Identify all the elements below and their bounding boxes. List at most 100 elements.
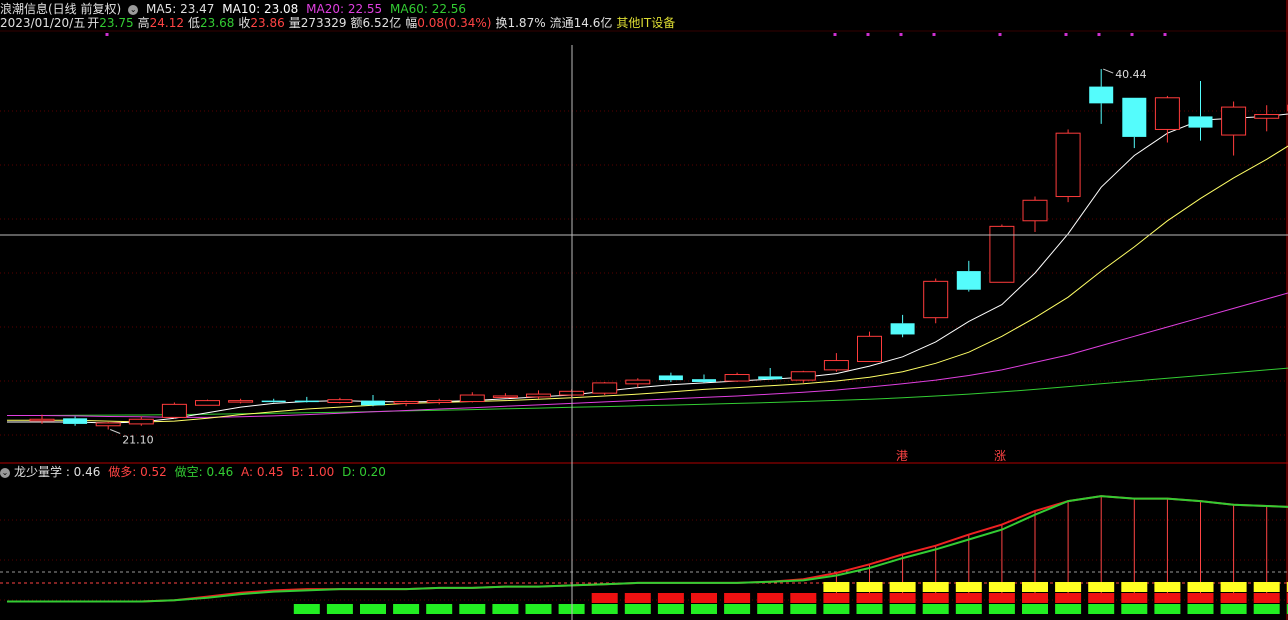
indicator-bar-yellow: [922, 582, 949, 592]
candle-body[interactable]: [724, 374, 750, 382]
indicator-bar-red: [889, 593, 916, 603]
indicator-bar-red: [757, 593, 784, 603]
indicator-bar-green: [955, 604, 982, 614]
indicator-bar-green: [691, 604, 717, 614]
indicator-bar-red: [1055, 593, 1082, 603]
candle-body[interactable]: [1089, 86, 1114, 104]
candle-body[interactable]: [95, 422, 121, 427]
indicator-bar-green: [922, 604, 949, 614]
candle-body[interactable]: [492, 395, 518, 398]
settings-icon[interactable]: ⌄: [128, 4, 139, 15]
event-marker: [1064, 33, 1068, 36]
candle-body[interactable]: [592, 382, 618, 394]
indicator-b: B: 1.00: [291, 465, 335, 479]
event-label-gang: 港: [896, 449, 908, 463]
close-value: 23.86: [250, 16, 285, 30]
min-price-label: 21.10: [122, 434, 154, 447]
indicator-bar-red: [988, 593, 1015, 603]
candle-body[interactable]: [228, 400, 254, 403]
indicator-bar-green: [1187, 604, 1214, 614]
indicator-bar-yellow: [1022, 582, 1048, 592]
candle-body[interactable]: [1022, 199, 1048, 222]
candle-body[interactable]: [294, 400, 319, 403]
low-value: 23.68: [199, 16, 235, 30]
candle-body[interactable]: [459, 394, 485, 403]
event-marker: [105, 33, 109, 36]
ma20-label: MA20: 22.55: [306, 2, 383, 16]
float-cap-value: 流通14.6亿: [549, 16, 613, 30]
candle-body[interactable]: [857, 335, 882, 362]
indicator-bar-yellow: [955, 582, 982, 592]
sector-label[interactable]: 其他IT设备: [616, 16, 675, 30]
candle-body[interactable]: [1055, 132, 1081, 198]
candle-body[interactable]: [128, 418, 154, 425]
indicator-bar-green: [1022, 604, 1048, 614]
candle-body[interactable]: [658, 375, 683, 381]
event-marker: [1097, 33, 1101, 36]
ma20-line: [7, 292, 1288, 418]
amount-value: 额6.52亿: [350, 16, 402, 30]
candle-body[interactable]: [195, 400, 220, 406]
indicator-header: ⌄ 龙少量学 : 0.46 做多: 0.52 做空: 0.46 A: 0.45 B…: [0, 465, 390, 479]
max-pointer: [1103, 68, 1114, 74]
candle-body[interactable]: [261, 400, 286, 403]
candle-body[interactable]: [526, 393, 551, 398]
event-label-zhang: 涨: [994, 448, 1006, 463]
ma10-label: MA10: 23.08: [222, 2, 299, 16]
indicator-bar-yellow: [1055, 582, 1082, 592]
indicator-bar-green: [393, 604, 420, 614]
candle-body[interactable]: [361, 400, 385, 406]
main-header: 浪潮信息(日线 前复权) ⌄ MA5: 23.47 MA10: 23.08 MA2…: [0, 2, 470, 16]
candle-body[interactable]: [790, 371, 816, 381]
candle-body[interactable]: [625, 379, 651, 385]
indicator-bar-yellow: [889, 582, 916, 592]
indicator-bar-red: [624, 593, 651, 603]
indicator-bar-green: [624, 604, 651, 614]
indicator-bar-red: [1253, 593, 1280, 603]
candle-body[interactable]: [956, 271, 981, 290]
indicator-bar-green: [823, 604, 850, 614]
quote-header: 2023/01/20/五 开23.75 高24.12 低23.68 收23.86 量273…: [0, 16, 679, 30]
stock-chart[interactable]: 40.44 21.10 港 涨: [0, 0, 1288, 620]
candle-body[interactable]: [1122, 97, 1147, 137]
candle-body[interactable]: [758, 376, 783, 380]
indicator-bar-green: [426, 604, 453, 614]
candle-body[interactable]: [63, 418, 88, 424]
candle-body[interactable]: [161, 403, 187, 418]
candle-body[interactable]: [692, 379, 716, 382]
ma60-label: MA60: 22.56: [390, 2, 467, 16]
candle-body[interactable]: [29, 418, 55, 422]
indicator-bar-green: [1088, 604, 1115, 614]
open-value: 23.75: [99, 16, 134, 30]
indicator-bar-green: [1055, 604, 1082, 614]
candle-body[interactable]: [327, 399, 353, 403]
min-pointer: [110, 429, 121, 434]
candle-body[interactable]: [1254, 114, 1280, 119]
indicator-bar-red: [1220, 593, 1247, 603]
indicator-bar-yellow: [1154, 582, 1181, 592]
indicator-zuoduo: 做多: 0.52: [108, 465, 167, 479]
indicator-bar-red: [591, 593, 618, 603]
indicator-bar-red: [1022, 593, 1048, 603]
candle-body[interactable]: [1221, 106, 1247, 136]
event-marker: [1163, 33, 1167, 36]
indicator-bar-red: [724, 593, 751, 603]
candle-body[interactable]: [890, 323, 915, 335]
candle-body[interactable]: [426, 400, 452, 403]
max-price-label: 40.44: [1115, 68, 1147, 81]
candle-body[interactable]: [393, 401, 419, 404]
indicator-bar-green: [889, 604, 916, 614]
candle-body[interactable]: [1188, 116, 1213, 128]
indicator-bar-green: [492, 604, 519, 614]
indicator-bar-red: [1187, 593, 1214, 603]
indicator-bar-green: [1154, 604, 1181, 614]
candle-body[interactable]: [923, 280, 949, 319]
indicator-bar-green: [459, 604, 486, 614]
indicator-bar-red: [1154, 593, 1181, 603]
indicator-settings-icon[interactable]: ⌄: [0, 467, 10, 478]
indicator-bar-red: [922, 593, 949, 603]
candle-body[interactable]: [823, 360, 849, 371]
indicator-bar-red: [856, 593, 883, 603]
volume-value: 量273329: [288, 16, 347, 30]
candle-body[interactable]: [1154, 97, 1180, 130]
